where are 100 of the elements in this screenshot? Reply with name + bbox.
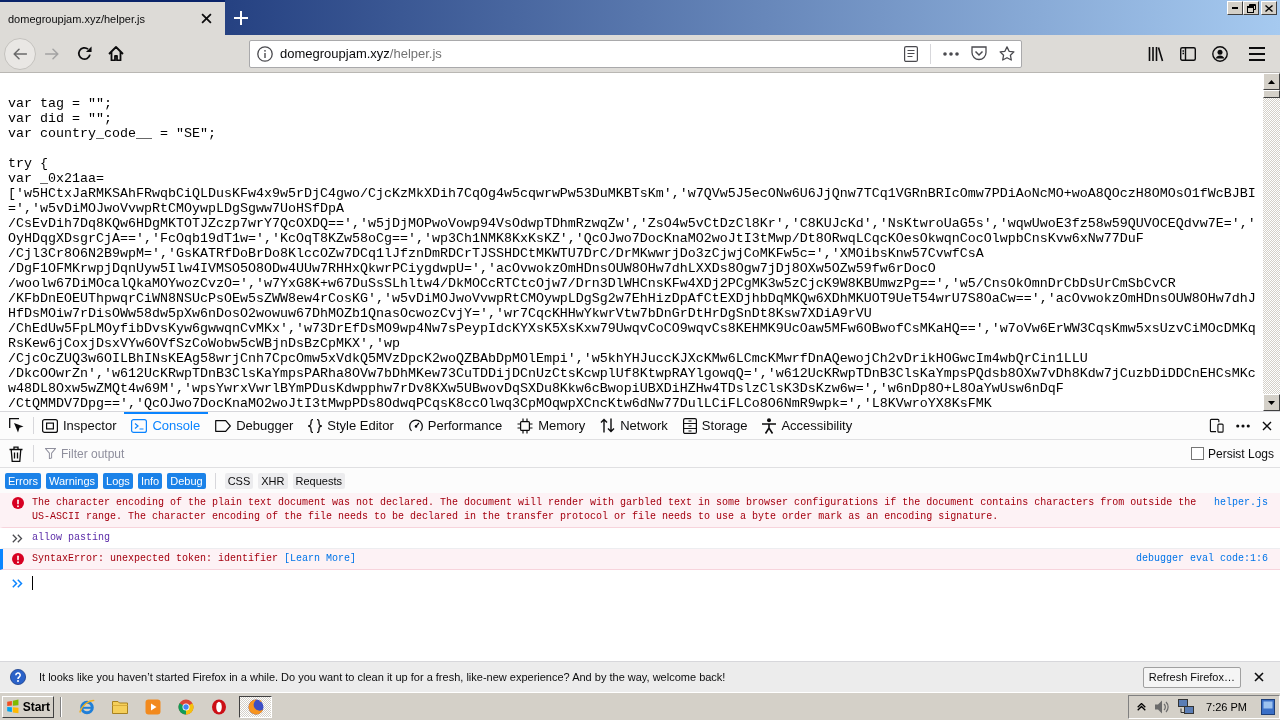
chip-icon	[517, 417, 534, 434]
braces-icon	[308, 418, 323, 433]
filter-button[interactable]: CSS	[224, 472, 254, 489]
tag-icon	[215, 419, 232, 432]
pocket-icon[interactable]	[971, 46, 987, 61]
desktop-icon[interactable]	[1261, 698, 1275, 715]
devtools-tab[interactable]: Debugger	[208, 412, 302, 439]
browser-tab[interactable]: domegroupjam.xyz/helper.js	[0, 0, 225, 35]
devtools-tab[interactable]: Accessibility	[755, 412, 861, 439]
close-icon[interactable]	[1262, 420, 1272, 431]
ring-icon[interactable]	[210, 698, 227, 715]
account-icon[interactable]	[1212, 45, 1228, 62]
persist-logs-checkbox[interactable]	[1190, 447, 1204, 460]
speaker-icon[interactable]	[1154, 698, 1171, 715]
pointer-box-icon[interactable]	[8, 418, 24, 433]
cabinet-icon	[682, 417, 697, 434]
double-chevron-icon	[12, 578, 23, 588]
refresh-button[interactable]: Refresh Firefox…	[1142, 666, 1241, 688]
library-icon[interactable]	[1148, 45, 1164, 62]
trash-icon[interactable]	[9, 445, 23, 462]
devtools-tab[interactable]: Performance	[401, 412, 511, 439]
double-chevron-icon	[12, 533, 23, 543]
filter-button[interactable]: Requests	[292, 472, 345, 489]
code-line: /CsEvDih7Dq8KQw6HDgMKTOTJZczp7wrY7QcOXDQ==','w5jDjMOPwoVowp94VsOdwpTDhmRzwqZw','ZsO4w5vCtDzCl8Kr','C8KUJcKd','NsKtwroUaG5s','wqwUwoE3fz58w59QUVOCEQdvw7E=','	[8, 216, 1256, 231]
swirl-globe-icon	[247, 698, 264, 715]
code-line: /Cjl3Cr8O6N2B9wpM=','GsKATRfDoBrDo8KlccOZw7DCq1lJfznDmRDCrTJSSHDCtMKWTU7DrC/DrMKwwrjDo3zCjwjCoMKFw5c=','XMOibsKnw57CvwfCsA	[8, 246, 984, 261]
gauge-icon	[408, 419, 423, 432]
close-icon[interactable]	[1254, 672, 1264, 682]
code-line: =','w5vDiMOJwoVvwpRtCMOywpLDgSgww7UoHSfDpA	[8, 201, 344, 216]
address-bar[interactable]: domegroupjam.xyz/helper.js	[249, 39, 1022, 68]
code-line: OyHDqgXDsgrCjA==','FcOqb19dT1w=','KcOqT8KZw58oCg==','wp3Ch1NMK8KxKsKZ','QcOJwo7DocKnaMO2woJtI3tMwp/Dt8ORwqLCqcKOesOkwqnCocOlwpbCnsKvw6xNw77DuF	[8, 231, 1144, 246]
code-line: /CtQMMDV7Dpg==','QcOJwo7DocKnaMO2woJtI3tMwpPDs8OdwqPCqsK8ccOlwq3CpMOqwpXCncKtw6dNw77DulLCiFLCo8O6NmR9wpk=','L8KVwroYX8KsFMK	[8, 396, 992, 411]
reload-icon[interactable]	[76, 46, 92, 61]
sidebar-icon[interactable]	[1180, 46, 1196, 61]
menu-icon[interactable]	[1249, 46, 1265, 61]
terminal-icon	[131, 418, 148, 433]
code-line: RsKew6jCoxjDsxVYw6OVfSzCoWobw5cWBjnDsBzCpMKX','wp	[8, 336, 400, 351]
start-button[interactable]: Start	[2, 695, 54, 718]
frame-icon	[42, 418, 58, 433]
monitors-icon[interactable]	[1178, 698, 1195, 715]
devices-icon[interactable]	[1209, 418, 1224, 433]
home-icon[interactable]	[108, 46, 124, 61]
filter-button[interactable]: Debug	[167, 472, 206, 489]
code-line: /CjcOcZUQ3w6OILBhINsKEAg58wrjCnh7CpcOmw5xVdkQ5MVzDpcK2woQZBAbDpMOlEmpi','w5khYHJuccKJXcKMw6LCmcKMwrfDnAQewojCh2vDrikHOGwcIm4wbQrCin1LLU	[8, 351, 1088, 366]
learn-more-link[interactable]: [Learn More]	[284, 553, 357, 564]
close-icon	[1265, 4, 1273, 12]
message-text: allow pasting	[32, 531, 111, 545]
filter-button[interactable]: Warnings	[45, 472, 98, 489]
up-triangle-icon	[1268, 79, 1275, 84]
close-icon[interactable]	[201, 13, 212, 24]
code-line: /ChEdUw5FpLMOyfibDvsKyw6gwwqnCvMKx','w73DrEfDsMO9wp4Nw7sPeypIdcKYXsK5XsKxw79UwqvCoCO9wqvCs8KEHMK9UcOaw5MFw6OBwofCsMKaHQ==','w7oVw6ErWW3CqsKmw5xsUzvCiMOcDMKq	[8, 321, 1256, 336]
code-line: ['w5HCtxJaRMKSAhFRwqbCiQLDusKFw4x9w5rDjC4gwo/CjcKzMkXDih7CqOg4w5cqwrwPw53DuMKBTsKm','w7QVw5J5ecONw6U6JjQnw7TCq1VGRnBRIcOmw7PDiAoNcMO+woA8QOczH8OMOsO1fWcBJBI	[8, 186, 1256, 201]
wheel-icon[interactable]	[177, 698, 194, 715]
devtools-tab[interactable]: Memory	[510, 412, 594, 439]
up-down-arrows-icon	[600, 418, 616, 433]
scroll-down-button[interactable]	[1263, 394, 1280, 411]
error-icon	[11, 553, 24, 565]
star-icon[interactable]	[999, 45, 1015, 62]
more-icon[interactable]	[943, 51, 959, 56]
filter-button[interactable]: Logs	[103, 472, 133, 489]
restore-button[interactable]	[1243, 1, 1259, 15]
back-arrow-icon	[13, 47, 27, 60]
back-button[interactable]	[4, 37, 36, 70]
reader-view-icon[interactable]	[904, 45, 918, 62]
info-icon[interactable]	[257, 45, 273, 62]
minimize-icon	[1232, 7, 1238, 9]
filter-field[interactable]: Filter output	[61, 444, 1191, 463]
double-caret-icon[interactable]	[1137, 702, 1147, 711]
help-icon	[10, 669, 26, 685]
person-icon	[762, 417, 777, 434]
flag-icon	[6, 699, 20, 714]
filter-button[interactable]: XHR	[258, 472, 288, 489]
devtools-tab[interactable]: Network	[593, 412, 676, 439]
source-link[interactable]: debugger eval code:1:6	[1135, 552, 1268, 566]
message-text: SyntaxError: unexpected token: identifier [Learn More]	[32, 552, 358, 566]
checkbox-label[interactable]: Persist Logs	[1207, 446, 1274, 461]
message-text: The character encoding of the plain text document was not declared. The document will render with garbled text in some browser configurations if the document contains characters from outside the US-ASCII range. The character encoding of the file needs to be declared in the transfer protocol or file needs to use a byte order mark as an encoding signature.	[32, 496, 1198, 524]
scrollbar-thumb[interactable]	[1263, 90, 1280, 98]
clock[interactable]: 7:26 PM	[1206, 700, 1247, 713]
plus-icon[interactable]	[234, 10, 248, 25]
devtools-tab[interactable]: Style Editor	[301, 412, 402, 439]
error-icon	[11, 497, 24, 509]
taskbar-button[interactable]	[239, 695, 272, 718]
filter-button[interactable]: Info	[137, 472, 163, 489]
restore-icon	[1246, 3, 1256, 13]
devtools-tab[interactable]: Inspector	[35, 412, 125, 439]
code-line: /KFbDnEOEUThpwqrCiWN8NSUcPsOEw5sZWW8ew4rCosKG','w5vDiMOJwoVvwpRtCMOywpLDgSg2w7EhHizDpAfCtEXDjhbDqMKQw6XDhMKUOT9UeT54wrU7S8OaCw==','acOvwokzOmHDnsOUW8OHw7dhJ	[8, 291, 1256, 306]
more-icon[interactable]	[1236, 423, 1250, 428]
scroll-up-button[interactable]	[1263, 73, 1280, 90]
filter-icon	[45, 448, 56, 459]
notification-text: It looks like you haven’t started Firefox in a while. Do you want to clean it up for a fresh, like-new experience? And by the way, welcome back!	[39, 671, 726, 683]
minimize-button[interactable]	[1227, 1, 1243, 15]
scrollbar[interactable]	[1263, 73, 1280, 411]
code-line: try {	[8, 156, 48, 171]
code-line: /woolw67DiMOcalQkaMOYwozCvzO=','w7YxG8K+w67DuSsSLhltw4/DkMOCcRTCtcOjw7/Drn3DlWHCnsKFw4XDj2PCgMK3w5zCjcK9W8KBUmwzPg==','w5/CnsOkOmnDrCbDsUrCmSbCvCR	[8, 276, 1176, 291]
devtools-tab[interactable]: Storage	[675, 412, 756, 439]
source-link[interactable]: helper.js	[1214, 496, 1268, 510]
filter-button[interactable]: Errors	[5, 472, 41, 489]
globe-icon[interactable]	[78, 698, 95, 715]
close-button[interactable]	[1261, 1, 1277, 15]
